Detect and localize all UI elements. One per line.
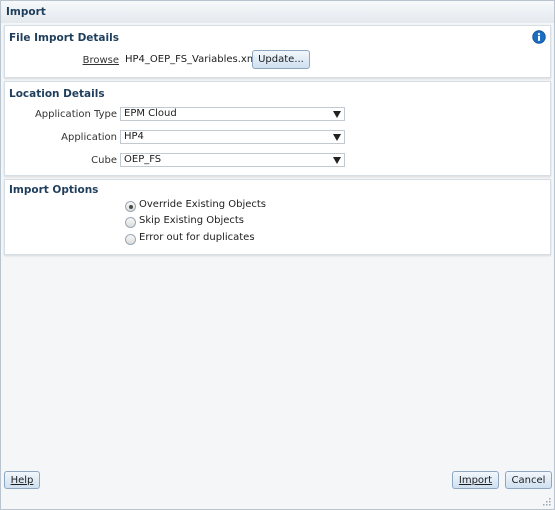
info-icon[interactable] bbox=[532, 30, 546, 44]
option-label: Skip Existing Objects bbox=[139, 215, 245, 226]
option-label: Override Existing Objects bbox=[139, 199, 267, 210]
browse-label: Browse bbox=[82, 55, 119, 66]
radio-skip[interactable] bbox=[125, 217, 136, 228]
option-label: Error out for duplicates bbox=[139, 232, 255, 243]
help-button[interactable]: Help bbox=[4, 471, 40, 489]
application-type-value: EPM Cloud bbox=[124, 108, 177, 119]
chevron-down-icon bbox=[333, 134, 341, 141]
dialog-titlebar: Import bbox=[1, 1, 554, 23]
import-button[interactable]: Import bbox=[452, 471, 499, 489]
import-options-panel: Import Options Override Existing Objects… bbox=[4, 179, 551, 255]
resize-grip-icon[interactable] bbox=[542, 497, 551, 506]
import-options-title: Import Options bbox=[9, 184, 99, 196]
dialog-title: Import bbox=[6, 6, 46, 18]
application-value: HP4 bbox=[124, 131, 144, 142]
cancel-button[interactable]: Cancel bbox=[505, 471, 552, 489]
cube-value: OEP_FS bbox=[124, 154, 162, 165]
chevron-down-icon bbox=[333, 157, 341, 164]
radio-override[interactable] bbox=[125, 201, 136, 212]
cube-label: Cube bbox=[91, 155, 117, 166]
application-type-select[interactable]: EPM Cloud bbox=[120, 107, 345, 121]
file-name: HP4_OEP_FS_Variables.xml bbox=[125, 54, 260, 65]
radio-error-duplicates[interactable] bbox=[125, 234, 136, 245]
location-title: Location Details bbox=[9, 88, 105, 100]
chevron-down-icon bbox=[333, 111, 341, 118]
file-import-title: File Import Details bbox=[9, 32, 119, 44]
cube-select[interactable]: OEP_FS bbox=[120, 153, 345, 167]
location-panel: Location Details Application Type EPM Cl… bbox=[4, 81, 551, 176]
import-dialog: Import File Import Details Browse HP4_OE… bbox=[0, 0, 555, 510]
update-button[interactable]: Update... bbox=[252, 50, 310, 69]
application-select[interactable]: HP4 bbox=[120, 130, 345, 144]
application-type-label: Application Type bbox=[34, 109, 117, 120]
application-label: Application bbox=[61, 132, 117, 143]
file-import-panel: File Import Details Browse HP4_OEP_FS_Va… bbox=[4, 25, 551, 78]
